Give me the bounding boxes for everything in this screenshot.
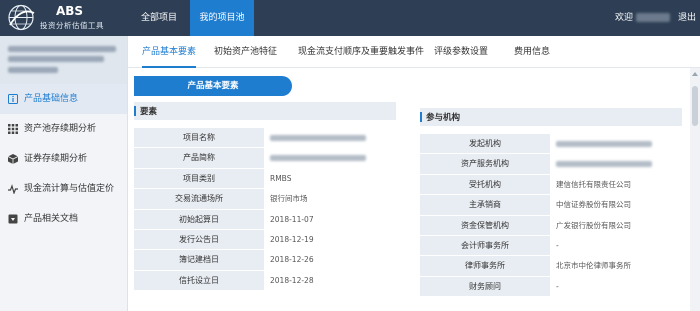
sidebar-item-securities-analysis[interactable]: 证券存续期分析	[0, 144, 127, 174]
tab-product-basics[interactable]: 产品基本要素	[142, 36, 197, 68]
row-value: 北京市中伦律师事务所	[550, 256, 682, 276]
row-label: 项目名称	[134, 128, 264, 148]
elements-section-title: 要素	[134, 105, 157, 117]
row-value-redacted	[264, 128, 396, 148]
sidebar-item-product-info[interactable]: 产品基础信息	[0, 84, 127, 114]
table-row: 初始起算日 2018-11-07	[134, 209, 396, 230]
row-label: 簿记建档日	[134, 250, 264, 270]
app-subtitle: 投资分析估值工具	[40, 21, 104, 30]
row-value: -	[550, 235, 682, 256]
row-value: 银行间市场	[264, 189, 396, 209]
logout-button[interactable]: 退出	[678, 0, 696, 36]
table-row: 产品简称	[134, 148, 396, 169]
grid-icon	[8, 124, 18, 134]
table-row: 项目类别 RMBS	[134, 168, 396, 190]
document-icon	[8, 214, 18, 224]
row-value-redacted	[550, 154, 682, 174]
sidebar-item-label: 产品相关文档	[24, 214, 79, 224]
app-title: ABS	[56, 4, 84, 18]
tab-fee-info[interactable]: 费用信息	[514, 36, 550, 68]
row-value-redacted	[264, 148, 396, 168]
tab-rating-parameters[interactable]: 评级参数设置	[434, 36, 488, 68]
sidebar-item-label: 资产池存续期分析	[24, 124, 97, 134]
table-row: 簿记建档日 2018-12-26	[134, 250, 396, 271]
table-row: 发行公告日 2018-12-19	[134, 229, 396, 251]
table-row: 财务顾问 -	[420, 276, 682, 298]
row-label: 受托机构	[420, 174, 550, 195]
sidebar-item-cashflow-valuation[interactable]: 现金流计算与估值定价	[0, 174, 127, 204]
row-value: 建信信托有限责任公司	[550, 174, 682, 195]
info-icon	[8, 94, 18, 104]
row-label: 产品简称	[134, 148, 264, 168]
sidebar-item-documents[interactable]: 产品相关文档	[0, 204, 127, 234]
table-row: 受托机构 建信信托有限责任公司	[420, 174, 682, 196]
table-row: 会计师事务所 -	[420, 235, 682, 257]
scrollbar-thumb[interactable]	[692, 86, 698, 126]
table-row: 主承销商 中信证券股份有限公司	[420, 195, 682, 216]
institutions-section: 参与机构 发起机构 资产服务机构 受托机构 建信信托有限责任公司 主承销商 中信…	[420, 108, 682, 298]
row-label: 发行公告日	[134, 229, 264, 250]
table-row: 项目名称	[134, 128, 396, 149]
row-value: 2018-12-19	[264, 229, 396, 250]
table-row: 信托设立日 2018-12-28	[134, 270, 396, 292]
row-label: 财务顾问	[420, 276, 550, 297]
table-row: 发起机构	[420, 134, 682, 155]
sidebar-item-label: 现金流计算与估值定价	[24, 184, 115, 194]
main-content: 产品基本要素 要素 项目名称 产品简称 项目类别 RMBS 交易流通场所 银行间…	[128, 68, 690, 311]
project-name-redacted	[0, 36, 127, 84]
sidebar: 产品基础信息 资产池存续期分析 证券存续期分析 现金流计算与估值定价 产品相关文…	[0, 36, 128, 311]
row-label: 资金保管机构	[420, 215, 550, 235]
table-row: 资金保管机构 广发银行股份有限公司	[420, 215, 682, 236]
table-row: 律师事务所 北京市中伦律师事务所	[420, 256, 682, 277]
institutions-section-title: 参与机构	[420, 111, 460, 123]
panel-title: 产品基本要素	[134, 76, 292, 96]
table-row: 资产服务机构	[420, 154, 682, 175]
tab-initial-asset-pool[interactable]: 初始资产池特征	[214, 36, 277, 68]
row-value: 2018-12-26	[264, 250, 396, 270]
nav-my-project-pool[interactable]: 我的项目池	[190, 0, 254, 36]
globe-icon	[8, 4, 35, 31]
welcome-text: 欢迎	[615, 13, 634, 23]
tab-cashflow-payment-order[interactable]: 现金流支付顺序及重要触发事件	[298, 36, 424, 68]
row-label: 资产服务机构	[420, 154, 550, 174]
app-logo[interactable]: ABS 投资分析估值工具	[0, 0, 128, 36]
row-value: 广发银行股份有限公司	[550, 215, 682, 235]
top-navigation-bar: ABS 投资分析估值工具 全部项目 我的项目池 欢迎 退出	[0, 0, 700, 36]
row-label: 发起机构	[420, 134, 550, 154]
row-label: 初始起算日	[134, 209, 264, 229]
cube-icon	[8, 154, 18, 164]
row-label: 会计师事务所	[420, 235, 550, 256]
sidebar-item-asset-pool-analysis[interactable]: 资产池存续期分析	[0, 114, 127, 144]
row-label: 律师事务所	[420, 256, 550, 276]
row-label: 项目类别	[134, 168, 264, 189]
row-value: 中信证券股份有限公司	[550, 195, 682, 215]
row-value: -	[550, 276, 682, 297]
username-redacted	[636, 13, 670, 22]
nav-all-projects[interactable]: 全部项目	[128, 0, 190, 36]
row-value: 2018-11-07	[264, 209, 396, 229]
row-label: 主承销商	[420, 195, 550, 215]
sidebar-item-label: 产品基础信息	[24, 94, 79, 104]
row-value: 2018-12-28	[264, 270, 396, 291]
row-value-redacted	[550, 134, 682, 154]
row-value: RMBS	[264, 168, 396, 189]
pulse-icon	[8, 184, 18, 194]
row-label: 信托设立日	[134, 270, 264, 291]
elements-section: 要素 项目名称 产品简称 项目类别 RMBS 交易流通场所 银行间市场 初始起算…	[134, 102, 396, 292]
row-label: 交易流通场所	[134, 189, 264, 209]
table-row: 交易流通场所 银行间市场	[134, 189, 396, 210]
product-tabs: 产品基本要素 初始资产池特征 现金流支付顺序及重要触发事件 评级参数设置 费用信…	[128, 36, 700, 68]
content-scrollbar[interactable]	[690, 68, 700, 311]
scroll-up-arrow-icon[interactable]	[691, 70, 699, 78]
sidebar-item-label: 证券存续期分析	[24, 154, 88, 164]
